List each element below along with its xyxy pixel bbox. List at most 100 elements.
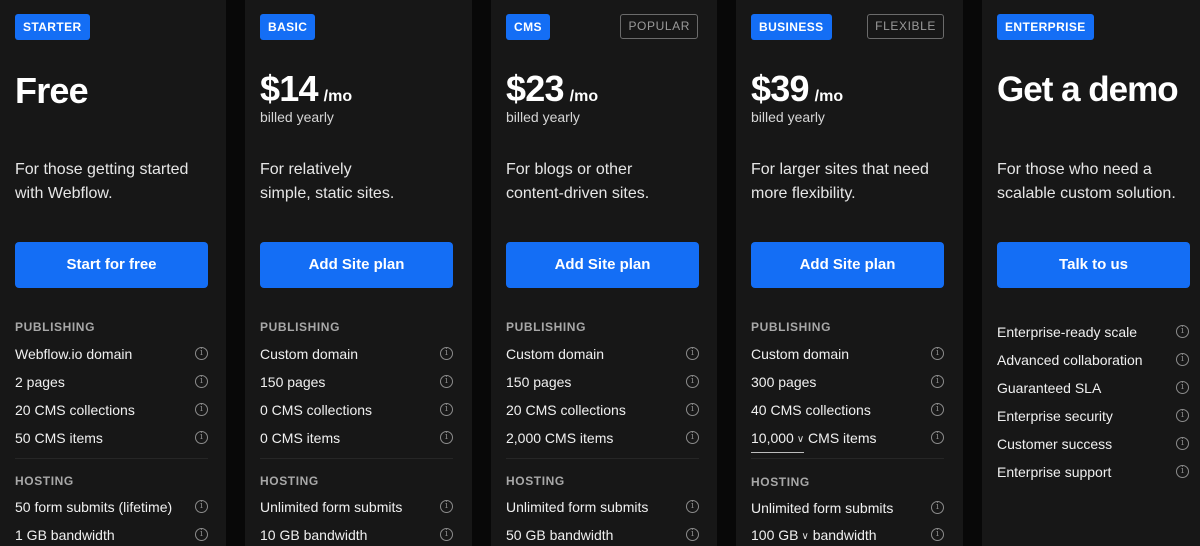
info-icon[interactable]: i <box>931 431 944 444</box>
feature-row: 50 form submits (lifetime) i <box>15 497 208 517</box>
plan-price: $14/mo <box>260 68 352 110</box>
section-title-hosting: HOSTING <box>506 474 565 488</box>
info-icon[interactable]: i <box>686 403 699 416</box>
feature-row: 2,000 CMS items i <box>506 428 699 448</box>
section-divider <box>506 458 699 459</box>
talk-to-us-button[interactable]: Talk to us <box>997 242 1190 288</box>
feature-label: 20 CMS collections <box>15 402 135 418</box>
plan-card-cms: CMS POPULAR $23/mo billed yearly For blo… <box>491 0 717 546</box>
feature-row: 20 CMS collections i <box>506 400 699 420</box>
price-period: /mo <box>814 88 844 105</box>
info-icon[interactable]: i <box>440 500 453 513</box>
info-icon[interactable]: i <box>440 347 453 360</box>
feature-row: Guaranteed SLA i <box>997 378 1189 398</box>
info-icon[interactable]: i <box>931 347 944 360</box>
info-icon[interactable]: i <box>195 528 208 541</box>
feature-row: 300 pages i <box>751 372 944 392</box>
info-icon[interactable]: i <box>931 501 944 514</box>
info-icon[interactable]: i <box>686 528 699 541</box>
info-icon[interactable]: i <box>686 375 699 388</box>
info-icon[interactable]: i <box>440 431 453 444</box>
section-title-publishing: PUBLISHING <box>506 320 587 334</box>
info-icon[interactable]: i <box>931 375 944 388</box>
feature-label: Custom domain <box>260 346 359 362</box>
feature-row: 2 pages i <box>15 372 208 392</box>
info-icon[interactable]: i <box>440 528 453 541</box>
plan-description: For those getting started with Webflow. <box>15 158 188 206</box>
info-icon[interactable]: i <box>686 347 699 360</box>
feature-label: 300 pages <box>751 374 817 390</box>
plan-card-business: BUSINESS FLEXIBLE $39/mo billed yearly F… <box>736 0 963 546</box>
info-icon[interactable]: i <box>1176 325 1189 338</box>
description-line: scalable custom solution. <box>997 185 1176 202</box>
feature-row: 20 CMS collections i <box>15 400 208 420</box>
feature-row: Custom domain i <box>751 344 944 364</box>
add-site-plan-button[interactable]: Add Site plan <box>506 242 699 288</box>
info-icon[interactable]: i <box>1176 409 1189 422</box>
feature-label: 150 pages <box>260 374 326 390</box>
feature-row: 10 GB bandwidth i <box>260 525 453 545</box>
feature-label: Custom domain <box>506 346 605 362</box>
feature-row: Enterprise-ready scale i <box>997 322 1189 342</box>
feature-row: Customer success i <box>997 434 1189 454</box>
info-icon[interactable]: i <box>1176 381 1189 394</box>
description-line: For relatively <box>260 161 352 178</box>
feature-label: Unlimited form submits <box>506 499 649 515</box>
info-icon[interactable]: i <box>440 403 453 416</box>
info-icon[interactable]: i <box>1176 465 1189 478</box>
info-icon[interactable]: i <box>686 500 699 513</box>
section-title-hosting: HOSTING <box>260 474 319 488</box>
feature-label: 10 GB bandwidth <box>260 527 368 543</box>
feature-label: 1 GB bandwidth <box>15 527 115 543</box>
plan-card-basic: BASIC $14/mo billed yearly For relativel… <box>245 0 472 546</box>
info-icon[interactable]: i <box>195 403 208 416</box>
feature-row: 150 pages i <box>506 372 699 392</box>
description-line: For blogs or other <box>506 161 633 178</box>
info-icon[interactable]: i <box>195 431 208 444</box>
info-icon[interactable]: i <box>1176 437 1189 450</box>
feature-label: 0 CMS items <box>260 430 341 446</box>
feature-row: Unlimited form submits i <box>260 497 453 517</box>
feature-label: 150 pages <box>506 374 572 390</box>
feature-label: Enterprise security <box>997 408 1113 424</box>
price-value: $23 <box>506 68 564 109</box>
plan-description: For blogs or other content-driven sites. <box>506 158 649 206</box>
start-for-free-button[interactable]: Start for free <box>15 242 208 288</box>
info-icon[interactable]: i <box>195 375 208 388</box>
info-icon[interactable]: i <box>931 528 944 541</box>
section-title-hosting: HOSTING <box>15 474 74 488</box>
price-value: $39 <box>751 68 809 109</box>
bandwidth-dropdown[interactable]: 100 GB ∨ <box>751 527 809 543</box>
feature-label: 40 CMS collections <box>751 402 871 418</box>
feature-label: 2 pages <box>15 374 65 390</box>
feature-row: 1 GB bandwidth i <box>15 525 208 545</box>
feature-row: Unlimited form submits i <box>506 497 699 517</box>
feature-row: Custom domain i <box>506 344 699 364</box>
description-line: For those getting started <box>15 161 189 178</box>
feature-row: Webflow.io domain i <box>15 344 208 364</box>
feature-label: Guaranteed SLA <box>997 380 1102 396</box>
plan-price: $23/mo <box>506 68 598 110</box>
plan-badge: ENTERPRISE <box>997 14 1094 40</box>
section-title-publishing: PUBLISHING <box>15 320 96 334</box>
info-icon[interactable]: i <box>195 500 208 513</box>
feature-label: 50 form submits (lifetime) <box>15 499 173 515</box>
info-icon[interactable]: i <box>1176 353 1189 366</box>
plan-badge: BUSINESS <box>751 14 832 40</box>
info-icon[interactable]: i <box>931 403 944 416</box>
add-site-plan-button[interactable]: Add Site plan <box>751 242 944 288</box>
info-icon[interactable]: i <box>440 375 453 388</box>
price-value: $14 <box>260 68 318 109</box>
chevron-down-icon: ∨ <box>801 531 809 542</box>
info-icon[interactable]: i <box>686 431 699 444</box>
feature-row: Unlimited form submits i <box>751 498 944 518</box>
cms-items-dropdown[interactable]: 10,000 ∨ <box>751 428 805 453</box>
flexible-tag: FLEXIBLE <box>867 14 944 39</box>
feature-row: Custom domain i <box>260 344 453 364</box>
info-icon[interactable]: i <box>195 347 208 360</box>
feature-label: 50 GB bandwidth <box>506 527 614 543</box>
feature-label: Custom domain <box>751 346 850 362</box>
price-value: Get a demo <box>997 70 1179 109</box>
add-site-plan-button[interactable]: Add Site plan <box>260 242 453 288</box>
feature-label: CMS items <box>808 430 877 446</box>
